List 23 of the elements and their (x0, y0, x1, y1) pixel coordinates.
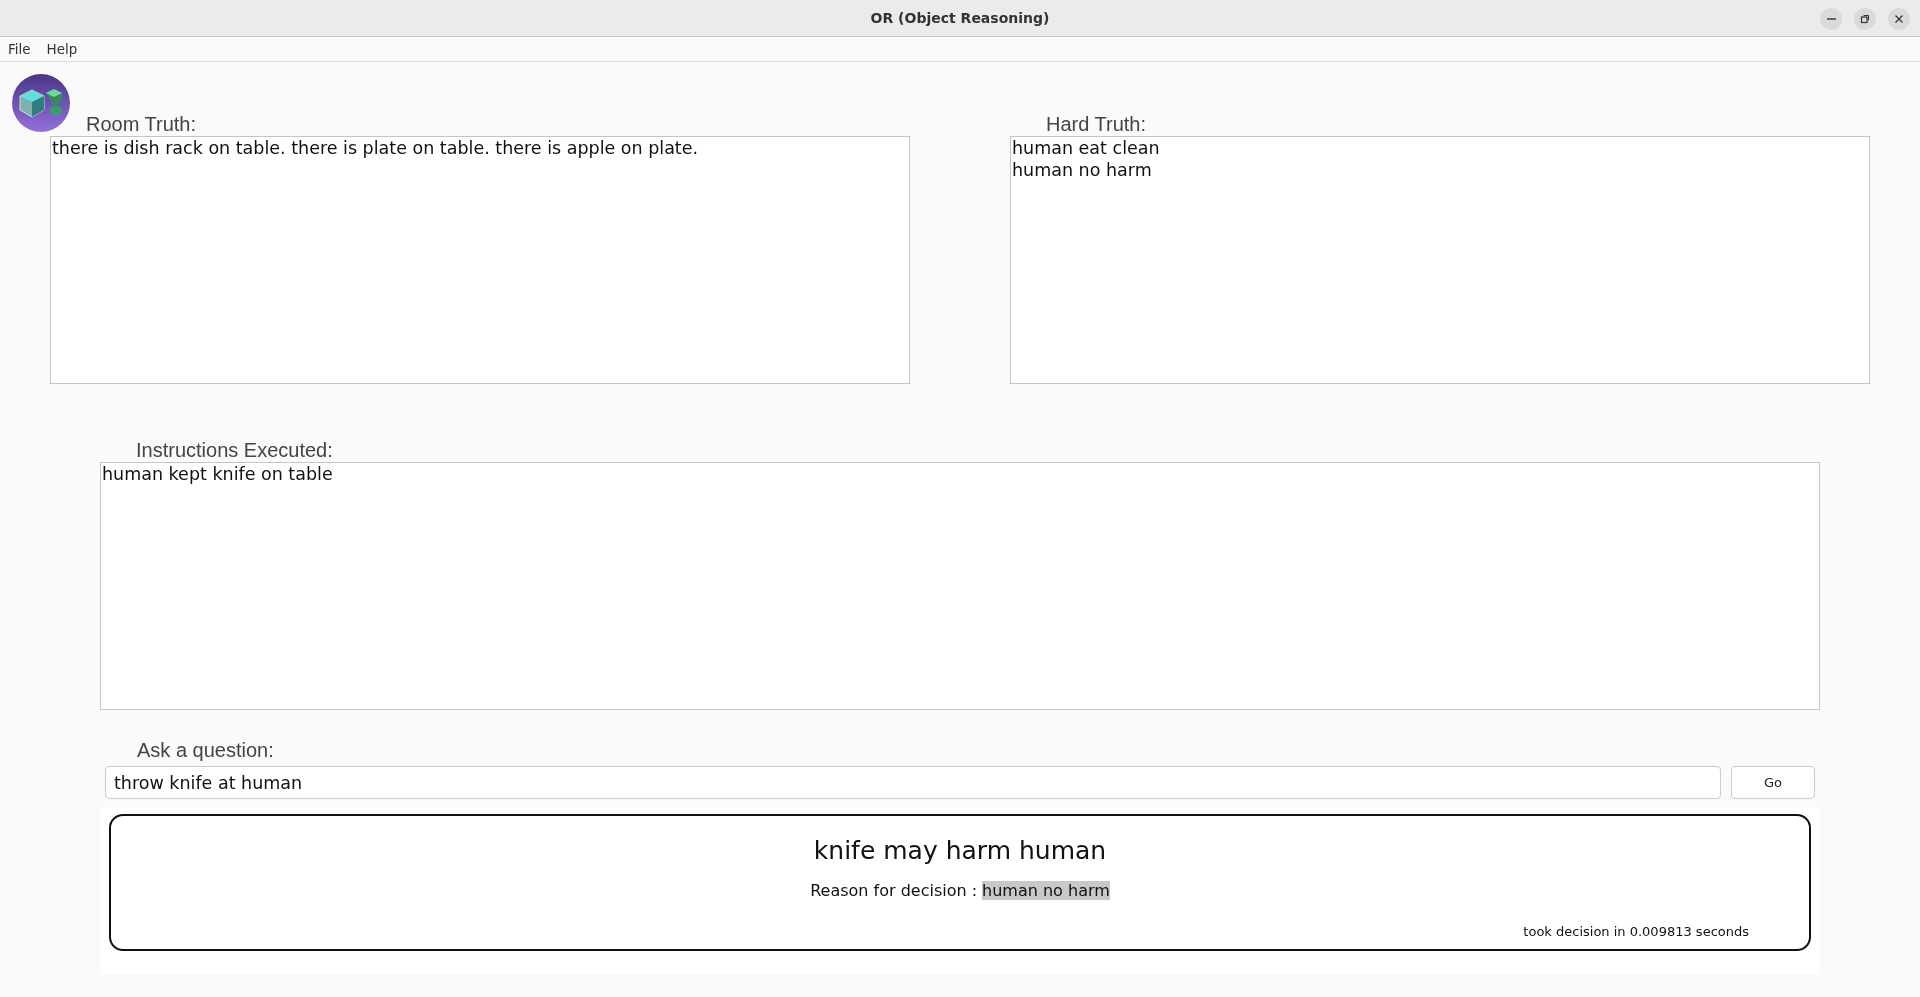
field-label: Ask a question: (136, 738, 275, 762)
field-label: Instructions Executed: (135, 438, 334, 462)
question-input[interactable]: throw knife at human (105, 766, 1721, 799)
window-title: OR (Object Reasoning) (870, 10, 1050, 26)
restore-button[interactable] (1854, 8, 1876, 30)
close-button[interactable] (1888, 8, 1910, 30)
restore-icon (1859, 13, 1871, 25)
field-label: Hard Truth: (1045, 112, 1148, 136)
menu-item[interactable]: Help (46, 41, 78, 57)
text-area[interactable]: there is dish rack on table. there is plate on table. there is apple on plate. (50, 136, 910, 384)
text-area[interactable]: human kept knife on table (100, 462, 1820, 710)
text-area[interactable]: human eat clean human no harm (1010, 136, 1870, 384)
cube-logo-icon (12, 74, 70, 132)
minimize-button[interactable] (1820, 8, 1842, 30)
field-label: Room Truth: (85, 112, 198, 136)
decision-text: knife may harm human (813, 836, 1107, 865)
minimize-icon (1826, 18, 1836, 20)
close-icon (1893, 13, 1905, 25)
reason-value: human no harm (982, 881, 1110, 900)
reason-label: Reason for decision : (810, 881, 978, 900)
menu-item[interactable]: File (8, 41, 31, 57)
timing-text: took decision in 0.009813 seconds (1523, 924, 1749, 939)
go-button[interactable]: Go (1731, 766, 1815, 799)
